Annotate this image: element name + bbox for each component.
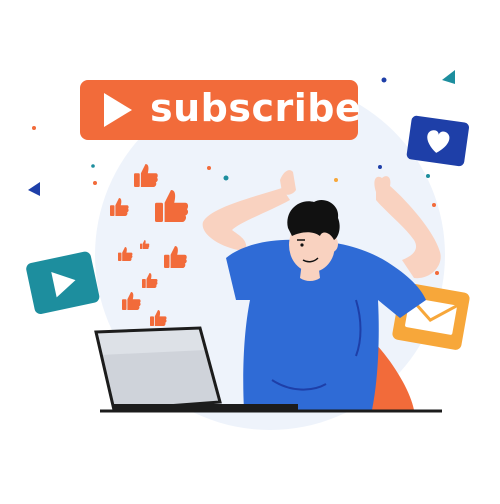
play-video-card — [26, 251, 100, 314]
heart-card — [406, 115, 469, 167]
scene-svg — [26, 70, 470, 430]
subscribe-label: subscribe — [150, 86, 362, 130]
subscribe-button[interactable]: subscribe — [80, 80, 362, 140]
illustration-canvas — [0, 0, 500, 500]
play-icon — [104, 93, 132, 127]
